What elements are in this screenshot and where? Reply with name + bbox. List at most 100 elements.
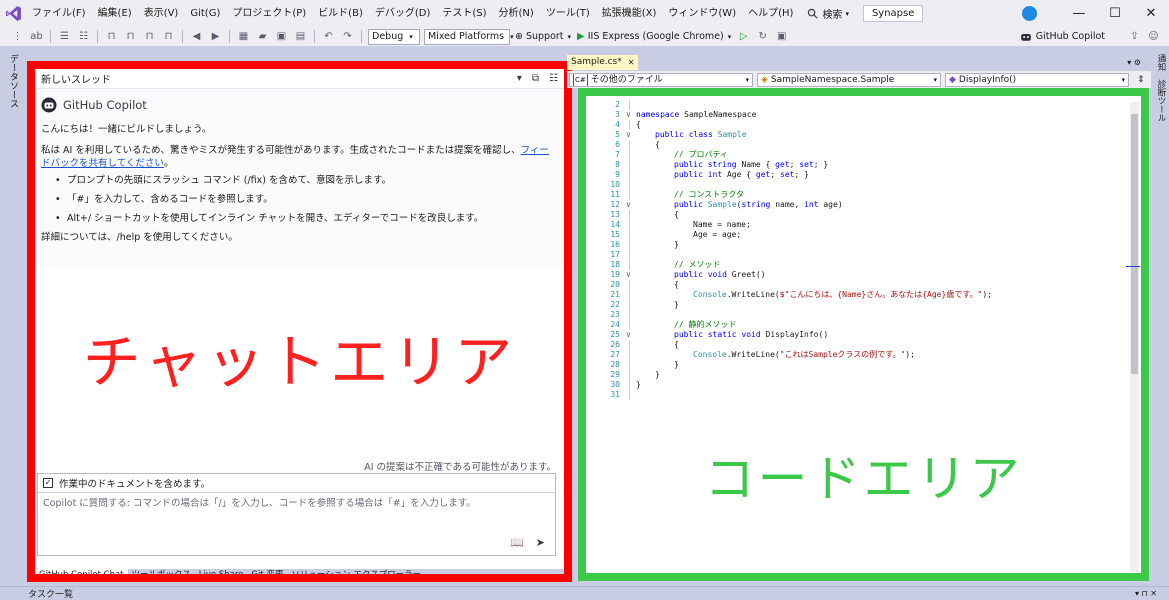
close-button[interactable]: ✕ — [1133, 0, 1169, 27]
menu-item[interactable]: ウィンドウ(W) — [662, 0, 742, 27]
github-copilot-button[interactable]: GitHub Copilot — [1020, 27, 1105, 46]
code-line[interactable]: 21 Console.WriteLine($"こんにちは、{Name}さん。あなた… — [586, 290, 1126, 300]
file-tab[interactable]: Sample.cs* ✕ — [567, 55, 639, 70]
code-line[interactable]: 26 { — [586, 340, 1126, 350]
fold-toggle-icon[interactable]: ∨ — [626, 330, 631, 340]
menu-item[interactable]: 分析(N) — [493, 0, 540, 27]
code-line[interactable]: 30} — [586, 380, 1126, 390]
notifications-diagnostics-tab[interactable]: 通知 診断ツール — [1155, 54, 1167, 122]
minimize-button[interactable]: — — [1061, 0, 1097, 27]
code-line[interactable]: 6{ — [586, 140, 1126, 150]
clear-thread-icon[interactable]: ☷ — [549, 73, 558, 84]
prev-bookmark-icon[interactable]: ⊓ — [123, 30, 138, 43]
maximize-button[interactable]: ☐ — [1097, 0, 1133, 27]
chat-input[interactable] — [38, 493, 555, 513]
menu-item[interactable]: テスト(S) — [436, 0, 492, 27]
scrollbar-thumb[interactable] — [1131, 114, 1138, 374]
thread-dropdown[interactable]: 新しいスレッド — [41, 71, 507, 86]
code-line[interactable]: 22} — [586, 300, 1126, 310]
fold-toggle-icon[interactable]: ∨ — [626, 270, 631, 280]
hot-reload-icon[interactable]: ↻ — [755, 30, 770, 43]
code-line[interactable]: 23 — [586, 310, 1126, 320]
code-line[interactable]: 11 // コンストラクタ — [586, 190, 1126, 200]
code-line[interactable]: 20 { — [586, 280, 1126, 290]
tab-toolbox[interactable]: ツールボックス — [128, 569, 195, 574]
code-line[interactable]: 5 ∨ public class Sample — [586, 130, 1126, 140]
next-bookmark-icon[interactable]: ⊓ — [142, 30, 157, 43]
save-all-icon[interactable]: ▤ — [293, 30, 308, 43]
code-line[interactable]: 13 { — [586, 210, 1126, 220]
code-line[interactable]: 31 — [586, 390, 1126, 400]
menu-item[interactable]: 表示(V) — [138, 0, 185, 27]
close-icon[interactable]: ✕ — [628, 55, 635, 70]
code-line[interactable]: 19 ∨ public void Greet() — [586, 270, 1126, 280]
bookmark-icon[interactable]: ⊓ — [104, 30, 119, 43]
code-line[interactable]: 28} — [586, 360, 1126, 370]
browser-link-icon[interactable]: ▣ — [774, 30, 789, 43]
type-dropdown[interactable]: ◈ SampleNamespace.Sample ▾ — [757, 72, 941, 87]
tab-git-changes[interactable]: Git 変更 — [247, 569, 287, 574]
tab-copilot-chat[interactable]: GitHub Copilot Chat — [35, 569, 128, 574]
tab-live-share[interactable]: Live Share — [195, 569, 248, 574]
menu-item[interactable]: デバッグ(D) — [369, 0, 437, 27]
menu-item[interactable]: ビルド(B) — [312, 0, 369, 27]
code-line[interactable]: 25 ∨ public static void DisplayInfo() — [586, 330, 1126, 340]
code-line[interactable]: 18 // メソッド — [586, 260, 1126, 270]
code-line[interactable]: 7 // プロパティ — [586, 150, 1126, 160]
code-line[interactable]: 27 Console.WriteLine("これはSampleクラスの例です。")… — [586, 350, 1126, 360]
data-sources-tab[interactable]: データソース — [7, 54, 20, 108]
feedback-icon[interactable]: ☺ — [1146, 30, 1161, 43]
configuration-dropdown[interactable]: Debug ▾ — [368, 28, 420, 45]
include-docs-row[interactable]: ✓ 作業中のドキュメントを含めます。 — [38, 474, 555, 493]
code-line[interactable]: 3 ∨ namespace SampleNamespace — [586, 110, 1126, 120]
code-line[interactable]: 17 — [586, 250, 1126, 260]
code-line[interactable]: 2 — [586, 100, 1126, 110]
chevron-down-icon[interactable]: ▾ — [517, 73, 522, 84]
code-line[interactable]: 24 // 静的メソッド — [586, 320, 1126, 330]
fold-toggle-icon[interactable]: ∨ — [626, 110, 631, 120]
undo-icon[interactable]: ↶ — [321, 30, 336, 43]
run-button[interactable]: ▶ IIS Express (Google Chrome) ▾ — [577, 31, 731, 42]
code-line[interactable]: 29} — [586, 370, 1126, 380]
include-docs-checkbox[interactable]: ✓ — [43, 478, 53, 488]
comment-icon[interactable]: ☰ — [57, 30, 72, 43]
solution-name-badge[interactable]: Synapse — [862, 5, 924, 22]
menu-item[interactable]: 拡張機能(X) — [596, 0, 663, 27]
save-icon[interactable]: ▣ — [274, 30, 289, 43]
code-line[interactable]: 12 ∨ public Sample(string name, int age) — [586, 200, 1126, 210]
code-editor[interactable]: 2 3 ∨ namespace SampleNamespace 4{5 ∨ public c… — [586, 96, 1126, 400]
code-line[interactable]: 16} — [586, 240, 1126, 250]
task-list-title[interactable]: タスク一覧 — [28, 587, 73, 600]
account-icon[interactable] — [1022, 6, 1037, 21]
fold-toggle-icon[interactable]: ∨ — [626, 130, 631, 140]
menu-item[interactable]: Git(G) — [184, 0, 226, 27]
share-icon[interactable]: ⇪ — [1127, 30, 1142, 43]
fold-toggle-icon[interactable]: ∨ — [626, 200, 631, 210]
code-line[interactable]: 8 public string Name { get; set; } — [586, 160, 1126, 170]
code-line[interactable]: 10 — [586, 180, 1126, 190]
code-line[interactable]: 15 Age = age; — [586, 230, 1126, 240]
menu-item[interactable]: ヘルプ(H) — [742, 0, 799, 27]
menu-item[interactable]: ファイル(F) — [26, 0, 92, 27]
clear-bookmarks-icon[interactable]: ⊓ — [161, 30, 176, 43]
search-button[interactable]: 検索 ▾ — [799, 6, 857, 21]
code-line[interactable]: 9 public int Age { get; set; } — [586, 170, 1126, 180]
redo-icon[interactable]: ↷ — [340, 30, 355, 43]
tab-solution-explorer[interactable]: ソリューション エクスプローラー — [287, 569, 425, 574]
reference-book-icon[interactable]: 📖 — [510, 536, 524, 549]
member-dropdown[interactable]: ◆ DisplayInfo() ▾ — [945, 72, 1129, 87]
new-thread-icon[interactable]: ⧉ — [532, 73, 539, 84]
start-without-debugging-icon[interactable]: ▷ — [736, 30, 751, 43]
code-line[interactable]: 4{ — [586, 120, 1126, 130]
menu-item[interactable]: ツール(T) — [540, 0, 596, 27]
panel-options-icon[interactable]: ▾ ⊓ ✕ — [1135, 589, 1157, 598]
back-icon[interactable]: ◀ — [189, 30, 204, 43]
new-project-icon[interactable]: ▦ — [236, 30, 251, 43]
uncomment-icon[interactable]: ☷ — [76, 30, 91, 43]
send-icon[interactable]: ➤ — [536, 536, 545, 549]
visual-studio-logo-icon[interactable] — [0, 0, 26, 27]
menu-item[interactable]: プロジェクト(P) — [226, 0, 312, 27]
code-line[interactable]: 14 Name = name; — [586, 220, 1126, 230]
forward-icon[interactable]: ▶ — [208, 30, 223, 43]
open-folder-icon[interactable]: ▰ — [255, 30, 270, 43]
